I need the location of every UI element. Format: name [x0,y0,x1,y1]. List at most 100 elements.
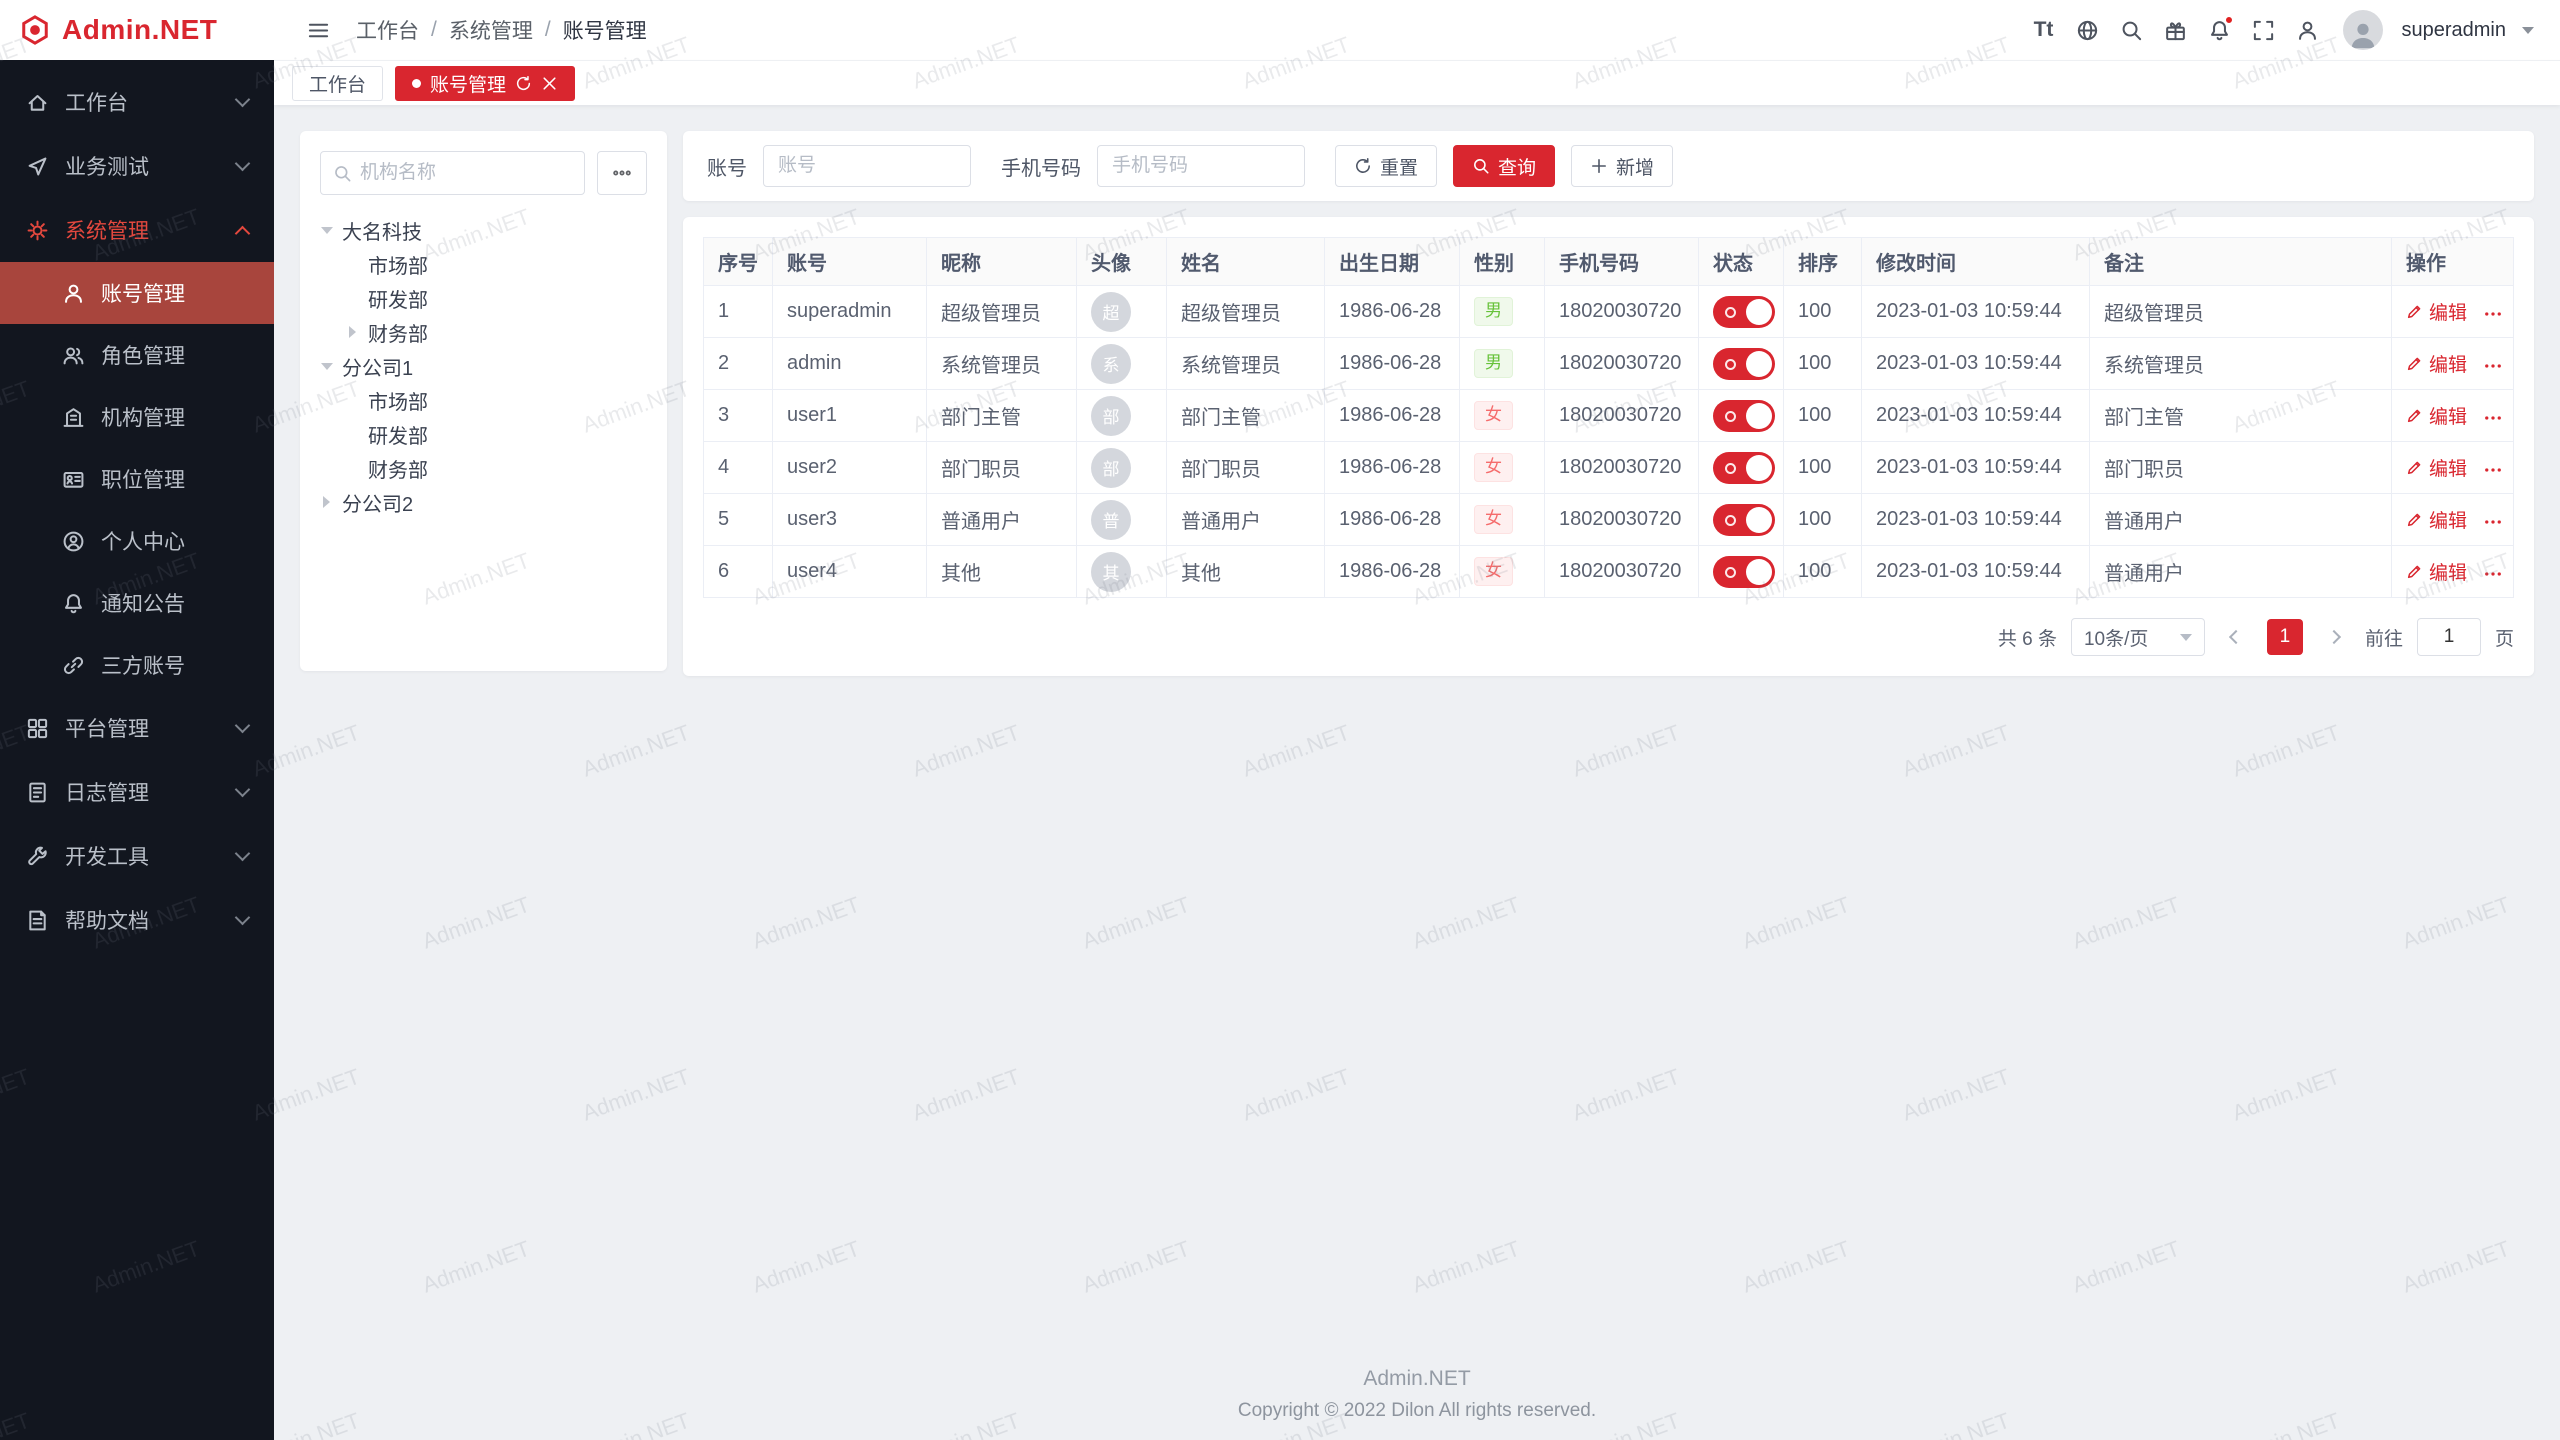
account-input[interactable] [763,145,971,187]
tab-close-icon[interactable] [541,75,558,92]
cell-name: 普通用户 [1167,494,1325,546]
status-toggle[interactable] [1713,556,1775,588]
breadcrumb-item[interactable]: 系统管理 [449,15,533,45]
sidebar-item-notice[interactable]: 通知公告 [0,572,274,634]
sidebar-item-workbench[interactable]: 工作台 [0,70,274,134]
edit-button[interactable]: 编辑 [2406,350,2467,377]
edit-button[interactable]: 编辑 [2406,558,2467,585]
cell-remark: 普通用户 [2090,494,2392,546]
tree-node[interactable]: 财务部 [320,451,647,485]
sidebar-item-business-test[interactable]: 业务测试 [0,134,274,198]
tab-workbench[interactable]: 工作台 [292,66,383,101]
tree-node[interactable]: 分公司1 [320,349,647,383]
settings-icon [26,219,49,242]
sidebar-item-account-management[interactable]: 账号管理 [0,262,274,324]
status-toggle[interactable] [1713,452,1775,484]
prev-page-button[interactable] [2219,620,2253,654]
chevron-down-icon[interactable] [2522,27,2534,34]
sidebar-item-dev-tools[interactable]: 开发工具 [0,824,274,888]
tab-refresh-icon[interactable] [515,75,532,92]
font-size-icon[interactable] [2025,12,2061,48]
user-center-icon[interactable] [2289,12,2325,48]
breadcrumb-item[interactable]: 工作台 [356,15,419,45]
edit-button[interactable]: 编辑 [2406,454,2467,481]
tree-node[interactable]: 分公司2 [320,485,647,519]
search-icon [333,164,352,183]
search-icon [1472,157,1490,175]
tree-node[interactable]: 研发部 [320,417,647,451]
cell-name: 部门主管 [1167,390,1325,442]
gift-icon [2164,19,2187,42]
sidebar-item-personal-center[interactable]: 个人中心 [0,510,274,572]
sidebar-item-org-management[interactable]: 机构管理 [0,386,274,448]
org-search-input[interactable] [360,162,572,184]
tab-account-management[interactable]: 账号管理 [395,66,575,101]
sidebar-item-platform-management[interactable]: 平台管理 [0,696,274,760]
page-size-select[interactable]: 10条/页 [2071,618,2205,656]
topbar: 工作台 / 系统管理 / 账号管理 superadmin [274,0,2560,60]
sidebar-item-help-docs[interactable]: 帮助文档 [0,888,274,952]
avatar[interactable] [2343,10,2383,50]
username[interactable]: superadmin [2401,19,2506,42]
status-toggle[interactable] [1713,504,1775,536]
goto-page-input[interactable] [2417,618,2481,656]
phone-input[interactable] [1097,145,1305,187]
current-page-button[interactable]: 1 [2267,619,2303,655]
caret-right-icon[interactable] [346,326,359,338]
sidebar-item-third-party-account[interactable]: 三方账号 [0,634,274,696]
more-actions-button[interactable] [2483,304,2503,324]
more-actions-button[interactable] [2483,460,2503,480]
more-actions-button[interactable] [2483,356,2503,376]
edit-button[interactable]: 编辑 [2406,506,2467,533]
row-avatar: 普 [1091,500,1131,540]
sidebar-item-role-management[interactable]: 角色管理 [0,324,274,386]
tree-node[interactable]: 财务部 [320,315,647,349]
next-page-button[interactable] [2317,620,2351,654]
notification-icon[interactable] [2201,12,2237,48]
caret-down-icon[interactable] [320,227,333,234]
tree-node[interactable]: 大名科技 [320,213,647,247]
cell-name: 系统管理员 [1167,338,1325,390]
tree-node-label: 分公司1 [342,352,413,381]
status-toggle[interactable] [1713,296,1775,328]
fullscreen-icon[interactable] [2245,12,2281,48]
column-header: 头像 [1077,238,1167,286]
tab-label: 账号管理 [430,70,506,97]
edit-button[interactable]: 编辑 [2406,402,2467,429]
add-button[interactable]: 新增 [1571,145,1673,187]
cell-account: admin [773,338,927,390]
theme-icon[interactable] [2157,12,2193,48]
language-icon[interactable] [2069,12,2105,48]
sidebar-item-label: 账号管理 [101,278,185,308]
sidebar-item-label: 机构管理 [101,402,185,432]
cell-birthdate: 1986-06-28 [1325,494,1460,546]
search-icon[interactable] [2113,12,2149,48]
status-toggle[interactable] [1713,348,1775,380]
query-button[interactable]: 查询 [1453,145,1555,187]
tree-node[interactable]: 研发部 [320,281,647,315]
sidebar-item-position-management[interactable]: 职位管理 [0,448,274,510]
sidebar-item-system-management[interactable]: 系统管理 [0,198,274,262]
org-more-button[interactable] [597,151,647,195]
app-logo[interactable]: Admin.NET [0,0,274,60]
cell-status [1699,442,1784,494]
tree-node[interactable]: 市场部 [320,247,647,281]
more-actions-button[interactable] [2483,564,2503,584]
more-actions-button[interactable] [2483,512,2503,532]
caret-down-icon[interactable] [320,363,333,370]
row-avatar: 部 [1091,396,1131,436]
tree-node[interactable]: 市场部 [320,383,647,417]
reset-button[interactable]: 重置 [1335,145,1437,187]
cell-account: user3 [773,494,927,546]
cell-index: 3 [704,390,773,442]
collapse-menu-button[interactable] [300,12,336,48]
more-actions-button[interactable] [2483,408,2503,428]
sidebar-item-log-management[interactable]: 日志管理 [0,760,274,824]
cell-account: user4 [773,546,927,598]
bell-icon [62,592,85,615]
caret-right-icon[interactable] [320,496,333,508]
edit-button[interactable]: 编辑 [2406,298,2467,325]
cell-status [1699,338,1784,390]
status-toggle[interactable] [1713,400,1775,432]
sidebar-item-label: 个人中心 [101,526,185,556]
